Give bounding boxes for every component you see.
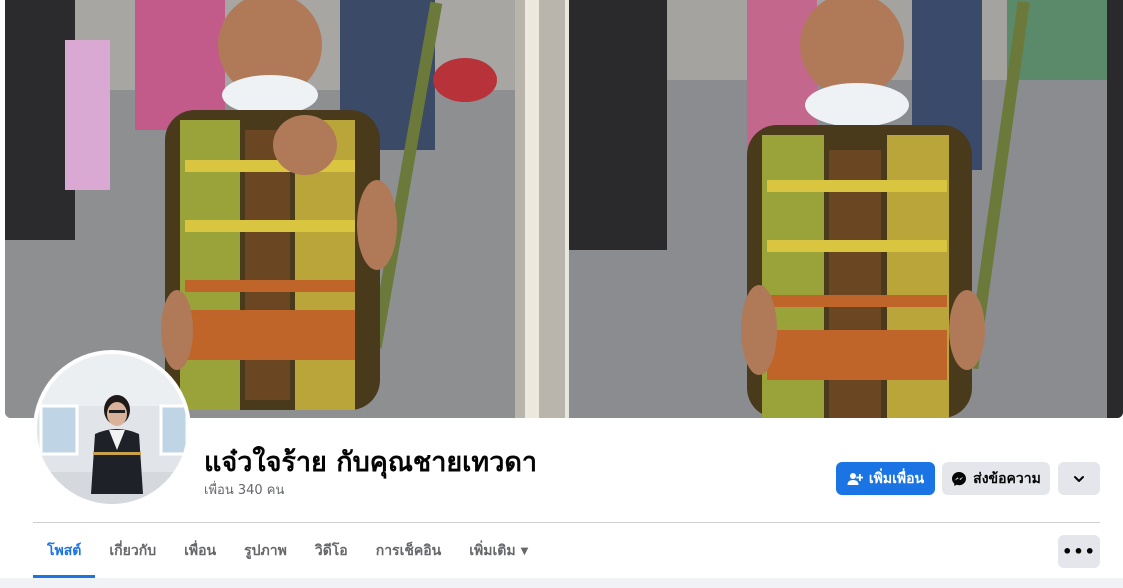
avatar-image (37, 354, 187, 504)
tab-label: โพสต์ (47, 543, 82, 559)
tab-checkins[interactable]: การเช็คอิน (362, 524, 456, 578)
feed-background (0, 578, 1123, 588)
message-button[interactable]: ส่งข้อความ (942, 462, 1050, 495)
chevron-down-icon (1072, 472, 1086, 486)
tab-label: รูปภาพ (244, 543, 287, 559)
tab-label: เพิ่มเติม (469, 543, 516, 559)
more-options-button[interactable]: ••• (1058, 535, 1100, 568)
profile-name: แจ๋วใจร้าย กับคุณชายเทวดา (204, 447, 538, 478)
messenger-icon (951, 471, 967, 487)
header-divider (33, 522, 1100, 523)
tab-videos[interactable]: วิดีโอ (301, 524, 362, 578)
message-label: ส่งข้อความ (973, 470, 1041, 487)
tab-posts[interactable]: โพสต์ (33, 524, 96, 578)
caret-down-icon: ▼ (520, 545, 529, 557)
tab-label: เกี่ยวกับ (109, 543, 157, 559)
expand-options-button[interactable] (1058, 462, 1100, 495)
cover-photo-right (567, 0, 1123, 418)
friends-count[interactable]: เพื่อน 340 คน (204, 479, 284, 500)
tab-photos[interactable]: รูปภาพ (230, 524, 301, 578)
cover-photo[interactable] (5, 0, 1123, 418)
photo-divider (565, 0, 569, 418)
tab-about[interactable]: เกี่ยวกับ (95, 524, 170, 578)
ellipsis-icon: ••• (1062, 542, 1096, 561)
add-friend-button[interactable]: เพิ่มเพื่อน (836, 462, 935, 495)
tab-label: วิดีโอ (314, 543, 348, 559)
profile-page: แจ๋วใจร้าย กับคุณชายเทวดา เพื่อน 340 คน … (0, 0, 1123, 588)
profile-avatar[interactable] (33, 350, 191, 508)
add-friend-label: เพิ่มเพื่อน (868, 470, 925, 487)
tab-label: การเช็คอิน (375, 543, 442, 559)
tab-label: เพื่อน (184, 543, 217, 559)
person-plus-icon (847, 471, 863, 487)
tab-more[interactable]: เพิ่มเติม ▼ (455, 524, 542, 578)
tab-friends[interactable]: เพื่อน (170, 524, 230, 578)
profile-tabs: โพสต์ เกี่ยวกับ เพื่อน รูปภาพ วิดีโอ การ… (33, 524, 542, 578)
